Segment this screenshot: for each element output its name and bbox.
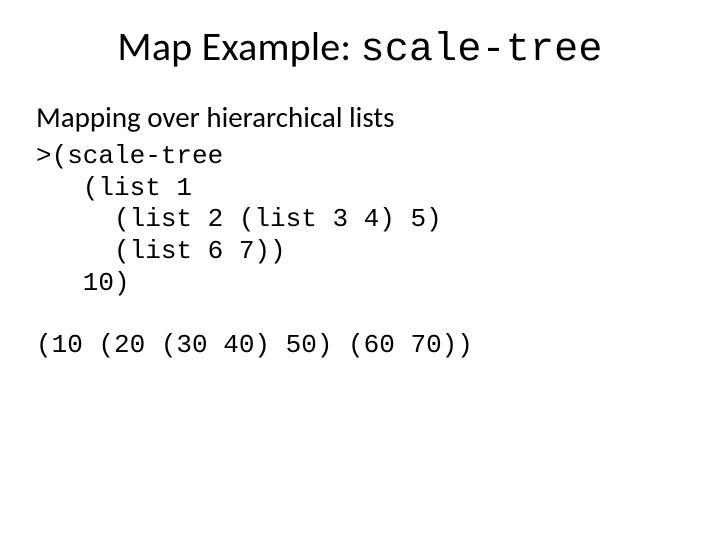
code-input-block: >(scale-tree (list 1 (list 2 (list 3 4) …: [36, 141, 684, 300]
slide-title: Map Example: scale-tree: [36, 22, 684, 73]
title-text-prefix: Map Example:: [117, 22, 360, 71]
slide-subtitle: Mapping over hierarchical lists: [36, 99, 684, 135]
slide: Map Example: scale-tree Mapping over hie…: [0, 0, 720, 540]
code-output-block: (10 (20 (30 40) 50) (60 70)): [36, 330, 684, 362]
title-text-mono: scale-tree: [361, 28, 603, 73]
